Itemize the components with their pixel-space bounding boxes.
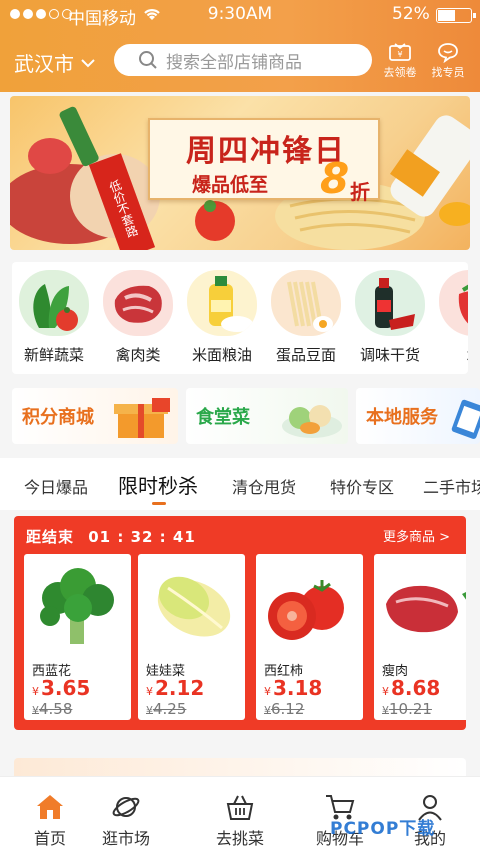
countdown-label: 距结束 bbox=[26, 528, 75, 546]
status-bar: 中国移动 9:30AM 52% bbox=[0, 0, 480, 30]
tab-flash-sale[interactable]: 限时秒杀 bbox=[118, 470, 198, 499]
category-label: 蛋品豆面 bbox=[275, 346, 336, 364]
napa-cabbage-image bbox=[157, 576, 231, 637]
expert-button[interactable]: 找专员 bbox=[426, 40, 470, 80]
category-seasoning[interactable]: 调味干货 bbox=[348, 270, 432, 365]
planet-icon bbox=[112, 797, 140, 817]
egg-noodle-icon bbox=[271, 270, 341, 336]
tab-clearance[interactable]: 清仓甩货 bbox=[232, 474, 296, 498]
app-header: 中国移动 9:30AM 52% 武汉市 搜索全部店铺商品 ¥ 去领卷 找专员 bbox=[0, 0, 480, 92]
canteen-card[interactable]: 食堂菜 bbox=[186, 388, 348, 444]
banner-discount-unit: 折 bbox=[350, 180, 370, 204]
svg-text:¥: ¥ bbox=[397, 50, 402, 59]
category-fruit[interactable]: 水 bbox=[432, 270, 468, 365]
tab-today-hot[interactable]: 今日爆品 bbox=[24, 474, 88, 498]
grain-oil-icon bbox=[187, 270, 257, 336]
search-placeholder: 搜索全部店铺商品 bbox=[166, 52, 302, 73]
nav-market[interactable]: 逛市场 bbox=[76, 793, 176, 849]
product-price: ¥3.65 bbox=[32, 676, 91, 700]
product-card[interactable]: 娃娃菜 ¥2.12 ¥4.25 bbox=[138, 554, 245, 720]
local-services-label: 本地服务 bbox=[366, 407, 438, 428]
banner-subtitle: 爆品低至 bbox=[192, 174, 269, 196]
nav-label: 去挑菜 bbox=[215, 829, 264, 848]
home-icon bbox=[37, 795, 63, 819]
dumpling-icon bbox=[282, 405, 342, 438]
expert-label: 找专员 bbox=[431, 66, 465, 79]
city-label: 武汉市 bbox=[14, 52, 74, 76]
points-mall-card[interactable]: 积分商城 bbox=[12, 388, 178, 444]
battery-icon bbox=[436, 8, 476, 23]
coupon-button[interactable]: ¥ 去领卷 bbox=[378, 40, 422, 80]
vegetables-icon bbox=[19, 270, 89, 336]
local-services-card[interactable]: 本地服务 bbox=[356, 388, 480, 444]
seasoning-icon bbox=[355, 270, 425, 336]
search-input[interactable]: 搜索全部店铺商品 bbox=[114, 44, 372, 76]
flash-sale-section: 距结束 01 : 32 : 41 更多商品 > 西蓝花 ¥3.65 ¥4.58 … bbox=[14, 516, 466, 730]
product-card[interactable]: 西蓝花 ¥3.65 ¥4.58 bbox=[24, 554, 131, 720]
product-original-price: ¥4.25 bbox=[146, 700, 187, 718]
countdown-timer: 距结束 01 : 32 : 41 bbox=[26, 526, 196, 547]
category-label: 调味干货 bbox=[359, 346, 420, 364]
chevron-down-icon bbox=[81, 58, 95, 67]
promo-banner[interactable]: 低价不套路 周四冲锋日 爆品低至 8 折 bbox=[10, 96, 470, 250]
category-label: 水 bbox=[432, 344, 468, 365]
category-label: 禽肉类 bbox=[115, 346, 161, 364]
nav-label: 逛市场 bbox=[101, 829, 150, 848]
nav-label: 首页 bbox=[33, 829, 66, 848]
banner-board: 周四冲锋日 爆品低至 8 折 bbox=[148, 118, 380, 204]
meat-icon bbox=[103, 270, 173, 336]
canteen-label: 食堂菜 bbox=[196, 407, 250, 428]
gift-box-icon bbox=[114, 398, 170, 438]
nav-pick-vegetables[interactable]: 去挑菜 bbox=[190, 793, 290, 849]
product-card[interactable]: 瘦肉 ¥8.68 ¥10.21 bbox=[374, 554, 466, 720]
category-egg-tofu[interactable]: 蛋品豆面 bbox=[264, 270, 348, 365]
search-icon bbox=[139, 51, 157, 69]
category-label: 米面粮油 bbox=[191, 346, 252, 364]
product-original-price: ¥10.21 bbox=[382, 700, 432, 718]
chat-icon bbox=[436, 40, 460, 64]
watermark-text: PCPOP下载 bbox=[330, 819, 436, 839]
tab-second-hand[interactable]: 二手市场 bbox=[423, 474, 480, 498]
product-price: ¥2.12 bbox=[146, 676, 205, 700]
broccoli-image bbox=[40, 568, 114, 644]
product-tabs: 今日爆品 限时秒杀 清仓甩货 特价专区 二手市场 bbox=[0, 458, 480, 510]
product-original-price: ¥4.58 bbox=[32, 700, 73, 718]
tab-special-price[interactable]: 特价专区 bbox=[330, 474, 394, 498]
coupon-label: 去领卷 bbox=[383, 66, 417, 79]
clipboard-icon bbox=[451, 399, 480, 439]
banner-discount-number: 8 bbox=[320, 154, 350, 203]
more-products-link[interactable]: 更多商品 > bbox=[383, 526, 450, 545]
city-selector[interactable]: 武汉市 bbox=[14, 48, 96, 77]
category-vegetables[interactable]: 新鲜蔬菜 bbox=[12, 270, 96, 365]
basket-icon bbox=[226, 795, 254, 820]
tomato-image bbox=[268, 580, 344, 640]
active-tab-indicator bbox=[152, 502, 166, 505]
category-grid: 新鲜蔬菜 禽肉类 米面粮油 蛋品豆面 调味干货 水 bbox=[12, 262, 468, 374]
fruit-icon bbox=[439, 270, 468, 336]
battery-percent: 52% bbox=[392, 4, 430, 24]
product-card[interactable]: 西红柿 ¥3.18 ¥6.12 bbox=[256, 554, 363, 720]
product-original-price: ¥6.12 bbox=[264, 700, 305, 718]
lean-meat-image bbox=[386, 585, 466, 633]
category-label: 新鲜蔬菜 bbox=[23, 346, 84, 364]
category-meat[interactable]: 禽肉类 bbox=[96, 270, 180, 365]
points-mall-label: 积分商城 bbox=[22, 407, 94, 428]
countdown-value: 01 : 32 : 41 bbox=[88, 528, 196, 546]
product-price: ¥8.68 bbox=[382, 676, 441, 700]
product-price: ¥3.18 bbox=[264, 676, 323, 700]
category-grain-oil[interactable]: 米面粮油 bbox=[180, 270, 264, 365]
coupon-icon: ¥ bbox=[387, 40, 413, 64]
